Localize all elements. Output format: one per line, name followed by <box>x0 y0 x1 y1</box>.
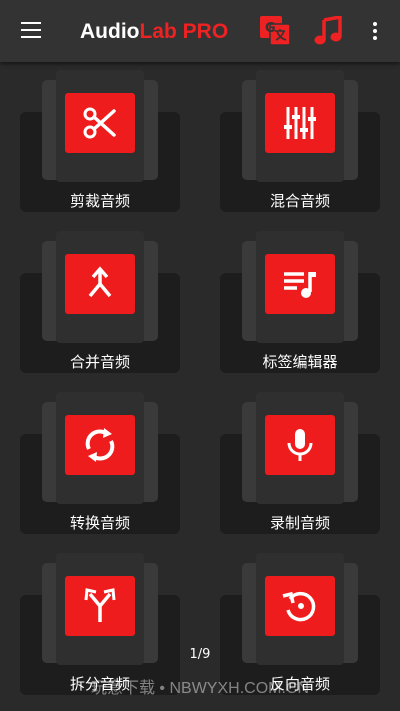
feature-label: 录制音频 <box>269 514 330 532</box>
feature-label: 剪裁音频 <box>69 192 130 210</box>
hamburger-menu-icon[interactable] <box>19 20 43 42</box>
app-title-audio: Audio <box>80 20 140 43</box>
feature-label: 混合音频 <box>269 192 330 210</box>
reverse-icon <box>265 576 335 636</box>
feature-label: 合并音频 <box>69 353 130 371</box>
split-icon <box>65 576 135 636</box>
watermark-text: 玩意下载 • NBWYXH.COM.CN <box>90 680 310 697</box>
app-bar: AudioLab PRO G <box>0 0 400 62</box>
feature-label: 转换音频 <box>69 514 130 532</box>
music-note-icon[interactable] <box>314 14 342 46</box>
feature-label: 标签编辑器 <box>262 353 338 371</box>
microphone-icon <box>265 415 335 475</box>
feature-card-tag-editor[interactable]: 标签编辑器 <box>220 228 380 388</box>
feature-card-record[interactable]: 录制音频 <box>220 389 380 549</box>
scissors-icon <box>65 93 135 153</box>
playlist-music-icon <box>265 254 335 314</box>
sync-icon <box>65 415 135 475</box>
svg-text:G: G <box>265 21 276 36</box>
feature-card-mix[interactable]: 混合音频 <box>220 67 380 227</box>
page-indicator: 1/9 <box>189 647 211 662</box>
equalizer-icon <box>265 93 335 153</box>
translate-icon[interactable]: G <box>258 15 292 47</box>
merge-icon <box>65 254 135 314</box>
feature-grid: 剪裁音频 混合音频 合并音频 标签编辑器 转换音频 录制音频 拆分音频 反向音频 <box>0 62 400 711</box>
feature-card-convert[interactable]: 转换音频 <box>20 389 180 549</box>
app-title-lab-pro: Lab PRO <box>139 20 229 43</box>
app-title: AudioLab PRO <box>80 19 228 45</box>
feature-card-trim[interactable]: 剪裁音频 <box>20 67 180 227</box>
more-vertical-icon[interactable] <box>366 19 384 43</box>
feature-card-merge[interactable]: 合并音频 <box>20 228 180 388</box>
